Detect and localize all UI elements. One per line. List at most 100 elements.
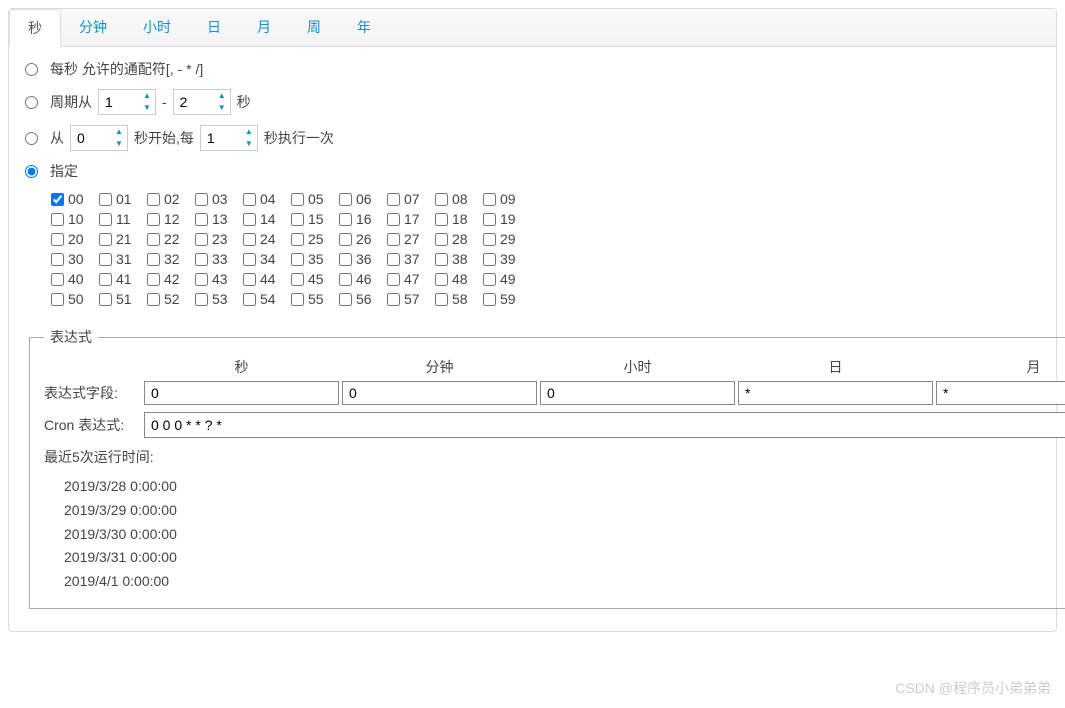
second-checkbox-04[interactable]: 04 <box>243 191 291 207</box>
second-cb-51[interactable] <box>99 293 112 306</box>
second-cb-27[interactable] <box>387 233 400 246</box>
second-cb-35[interactable] <box>291 253 304 266</box>
second-cb-30[interactable] <box>51 253 64 266</box>
second-checkbox-10[interactable]: 10 <box>51 211 99 227</box>
second-checkbox-52[interactable]: 52 <box>147 291 195 307</box>
tab-4[interactable]: 月 <box>239 9 289 46</box>
second-cb-24[interactable] <box>243 233 256 246</box>
second-checkbox-33[interactable]: 33 <box>195 251 243 267</box>
second-cb-18[interactable] <box>435 213 448 226</box>
second-cb-06[interactable] <box>339 193 352 206</box>
radio-range[interactable] <box>25 96 38 109</box>
second-cb-46[interactable] <box>339 273 352 286</box>
second-cb-48[interactable] <box>435 273 448 286</box>
second-cb-32[interactable] <box>147 253 160 266</box>
second-checkbox-14[interactable]: 14 <box>243 211 291 227</box>
second-cb-23[interactable] <box>195 233 208 246</box>
second-checkbox-58[interactable]: 58 <box>435 291 483 307</box>
second-checkbox-20[interactable]: 20 <box>51 231 99 247</box>
second-checkbox-39[interactable]: 39 <box>483 251 531 267</box>
second-cb-52[interactable] <box>147 293 160 306</box>
second-cb-05[interactable] <box>291 193 304 206</box>
second-checkbox-27[interactable]: 27 <box>387 231 435 247</box>
second-cb-59[interactable] <box>483 293 496 306</box>
second-checkbox-25[interactable]: 25 <box>291 231 339 247</box>
second-checkbox-18[interactable]: 18 <box>435 211 483 227</box>
second-cb-36[interactable] <box>339 253 352 266</box>
second-checkbox-24[interactable]: 24 <box>243 231 291 247</box>
second-cb-38[interactable] <box>435 253 448 266</box>
radio-interval[interactable] <box>25 132 38 145</box>
second-cb-00[interactable] <box>51 193 64 206</box>
second-cb-47[interactable] <box>387 273 400 286</box>
radio-specify[interactable] <box>25 165 38 178</box>
second-checkbox-09[interactable]: 09 <box>483 191 531 207</box>
second-checkbox-57[interactable]: 57 <box>387 291 435 307</box>
expr-field-4[interactable] <box>936 381 1065 405</box>
second-checkbox-59[interactable]: 59 <box>483 291 531 307</box>
second-checkbox-02[interactable]: 02 <box>147 191 195 207</box>
second-cb-25[interactable] <box>291 233 304 246</box>
second-checkbox-26[interactable]: 26 <box>339 231 387 247</box>
tab-5[interactable]: 周 <box>289 9 339 46</box>
second-checkbox-03[interactable]: 03 <box>195 191 243 207</box>
second-cb-34[interactable] <box>243 253 256 266</box>
second-cb-11[interactable] <box>99 213 112 226</box>
second-checkbox-01[interactable]: 01 <box>99 191 147 207</box>
tab-1[interactable]: 分钟 <box>61 9 125 46</box>
second-checkbox-44[interactable]: 44 <box>243 271 291 287</box>
second-cb-17[interactable] <box>387 213 400 226</box>
spinner-icon[interactable]: ▲▼ <box>139 90 155 114</box>
second-cb-33[interactable] <box>195 253 208 266</box>
second-cb-14[interactable] <box>243 213 256 226</box>
second-checkbox-30[interactable]: 30 <box>51 251 99 267</box>
second-checkbox-45[interactable]: 45 <box>291 271 339 287</box>
second-checkbox-11[interactable]: 11 <box>99 211 147 227</box>
second-checkbox-00[interactable]: 00 <box>51 191 99 207</box>
second-cb-21[interactable] <box>99 233 112 246</box>
second-cb-39[interactable] <box>483 253 496 266</box>
second-checkbox-15[interactable]: 15 <box>291 211 339 227</box>
second-checkbox-12[interactable]: 12 <box>147 211 195 227</box>
second-cb-04[interactable] <box>243 193 256 206</box>
second-cb-10[interactable] <box>51 213 64 226</box>
second-checkbox-42[interactable]: 42 <box>147 271 195 287</box>
second-cb-22[interactable] <box>147 233 160 246</box>
second-checkbox-16[interactable]: 16 <box>339 211 387 227</box>
second-checkbox-38[interactable]: 38 <box>435 251 483 267</box>
second-checkbox-22[interactable]: 22 <box>147 231 195 247</box>
second-cb-37[interactable] <box>387 253 400 266</box>
tab-2[interactable]: 小时 <box>125 9 189 46</box>
second-cb-19[interactable] <box>483 213 496 226</box>
spinner-icon[interactable]: ▲▼ <box>214 90 230 114</box>
second-cb-02[interactable] <box>147 193 160 206</box>
spinner-icon[interactable]: ▲▼ <box>241 126 257 150</box>
second-checkbox-55[interactable]: 55 <box>291 291 339 307</box>
second-cb-09[interactable] <box>483 193 496 206</box>
second-checkbox-54[interactable]: 54 <box>243 291 291 307</box>
second-cb-55[interactable] <box>291 293 304 306</box>
second-checkbox-37[interactable]: 37 <box>387 251 435 267</box>
second-cb-54[interactable] <box>243 293 256 306</box>
second-cb-44[interactable] <box>243 273 256 286</box>
second-cb-42[interactable] <box>147 273 160 286</box>
cron-expression-input[interactable] <box>144 412 1065 438</box>
second-cb-57[interactable] <box>387 293 400 306</box>
second-checkbox-46[interactable]: 46 <box>339 271 387 287</box>
second-checkbox-17[interactable]: 17 <box>387 211 435 227</box>
second-checkbox-48[interactable]: 48 <box>435 271 483 287</box>
second-checkbox-35[interactable]: 35 <box>291 251 339 267</box>
second-cb-26[interactable] <box>339 233 352 246</box>
second-cb-03[interactable] <box>195 193 208 206</box>
second-checkbox-50[interactable]: 50 <box>51 291 99 307</box>
second-cb-43[interactable] <box>195 273 208 286</box>
second-cb-41[interactable] <box>99 273 112 286</box>
second-cb-08[interactable] <box>435 193 448 206</box>
second-checkbox-31[interactable]: 31 <box>99 251 147 267</box>
second-cb-28[interactable] <box>435 233 448 246</box>
second-cb-31[interactable] <box>99 253 112 266</box>
second-cb-56[interactable] <box>339 293 352 306</box>
second-checkbox-32[interactable]: 32 <box>147 251 195 267</box>
second-cb-12[interactable] <box>147 213 160 226</box>
second-checkbox-21[interactable]: 21 <box>99 231 147 247</box>
